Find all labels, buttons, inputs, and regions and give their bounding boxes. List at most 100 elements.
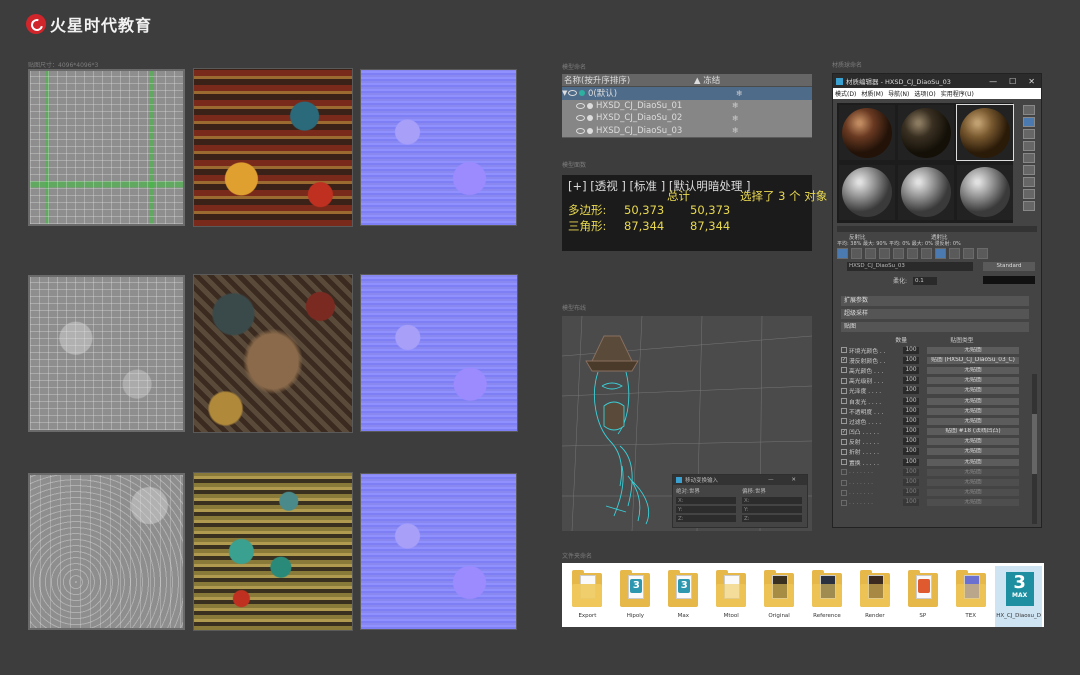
freeze-icon[interactable]: ❄ (732, 101, 739, 110)
map-amount-field[interactable]: 100 (903, 407, 919, 415)
minimize-button[interactable]: — (989, 77, 997, 86)
object-row[interactable]: HXSD_CJ_DiaoSu_01 ❄ (562, 99, 812, 112)
map-slot-button[interactable]: 贴图 #18 (法线凹凸) (927, 428, 1019, 436)
folder-export[interactable]: Export (564, 566, 611, 627)
absolute-x-field[interactable]: X: (676, 497, 736, 504)
object-row[interactable]: HXSD_CJ_DiaoSu_03 ❄ (562, 124, 812, 137)
freeze-icon[interactable]: ❄ (736, 89, 743, 98)
folder-hipoly[interactable]: 3 Hipoly (612, 566, 659, 627)
map-amount-field[interactable]: 100 (903, 366, 919, 374)
map-enable-checkbox[interactable] (841, 347, 847, 354)
map-slot-button[interactable]: 无贴图 (927, 417, 1019, 425)
rollout-extended-params[interactable]: 扩展参数 (841, 296, 1029, 306)
offset-y-field[interactable]: Y: (742, 506, 802, 513)
go-to-parent-icon[interactable] (963, 248, 974, 259)
window-buttons[interactable]: — ✕ (768, 477, 807, 483)
dialog-titlebar[interactable]: 移动变换输入 — ✕ (673, 475, 807, 485)
menu-navigation[interactable]: 导航(N) (888, 89, 909, 98)
slot-scrollbar[interactable] (837, 226, 1037, 232)
menu-material[interactable]: 材质(M) (861, 89, 883, 98)
map-slot-button[interactable]: 无贴图 (927, 366, 1019, 374)
map-row[interactable]: 置换 . . . . . 100 无贴图 (841, 457, 1029, 467)
map-slot-button[interactable]: 无贴图 (927, 489, 1019, 497)
map-amount-field[interactable]: 100 (903, 438, 919, 446)
map-enable-checkbox[interactable] (841, 408, 847, 415)
reset-map-icon[interactable] (879, 248, 890, 259)
layer-row-default[interactable]: ▼ 0(默认) ❄ (562, 87, 812, 100)
eye-icon[interactable] (576, 102, 585, 109)
map-enable-checkbox[interactable] (841, 479, 847, 486)
map-row[interactable]: 折射 . . . . . 100 无贴图 (841, 447, 1029, 457)
absolute-z-field[interactable]: Z: (676, 515, 736, 522)
freeze-icon[interactable]: ❄ (732, 126, 739, 135)
map-row[interactable]: 环境光颜色 . . 100 无贴图 (841, 345, 1029, 355)
close-button[interactable]: ✕ (1028, 77, 1035, 86)
sample-slot[interactable] (898, 105, 954, 160)
menu-options[interactable]: 选项(O) (914, 89, 935, 98)
map-amount-field[interactable]: 100 (903, 468, 919, 476)
eye-icon[interactable] (576, 127, 585, 134)
absolute-y-field[interactable]: Y: (676, 506, 736, 513)
map-slot-button[interactable]: 无贴图 (927, 397, 1019, 405)
map-row[interactable]: 光泽度 . . . . 100 无贴图 (841, 386, 1029, 396)
show-end-result-icon[interactable] (949, 248, 960, 259)
map-amount-field[interactable]: 100 (903, 499, 919, 507)
map-slot-button[interactable]: 无贴图 (927, 377, 1019, 385)
make-preview-icon[interactable] (1023, 165, 1035, 175)
map-row[interactable]: . . . . . . . 100 无贴图 (841, 467, 1029, 477)
map-amount-field[interactable]: 100 (903, 448, 919, 456)
folder-max[interactable]: 3 Max (660, 566, 707, 627)
material-id-icon[interactable] (921, 248, 932, 259)
put-to-library-icon[interactable] (907, 248, 918, 259)
map-slot-button[interactable]: 无贴图 (927, 438, 1019, 446)
map-amount-field[interactable]: 100 (903, 387, 919, 395)
map-enable-checkbox[interactable] (841, 459, 847, 466)
put-to-scene-icon[interactable] (851, 248, 862, 259)
map-slot-button[interactable]: 无贴图 (927, 468, 1019, 476)
map-amount-field[interactable]: 100 (903, 417, 919, 425)
options-icon[interactable] (1023, 177, 1035, 187)
map-amount-field[interactable]: 100 (903, 377, 919, 385)
sample-slot[interactable] (957, 164, 1013, 220)
map-amount-field[interactable]: 100 (903, 356, 919, 364)
maximize-button[interactable]: ☐ (1009, 77, 1016, 86)
eye-icon[interactable] (568, 90, 577, 97)
show-in-viewport-icon[interactable] (935, 248, 946, 259)
background-icon[interactable] (1023, 129, 1035, 139)
folder-sp[interactable]: SP (899, 566, 946, 627)
backlight-icon[interactable] (1023, 117, 1035, 127)
freeze-icon[interactable]: ❄ (732, 114, 739, 123)
map-enable-checkbox[interactable] (841, 438, 847, 445)
map-row[interactable]: ✓ 凹凸 . . . . . 100 贴图 #18 (法线凹凸) (841, 427, 1029, 437)
map-enable-checkbox[interactable] (841, 489, 847, 496)
get-material-icon[interactable] (837, 248, 848, 259)
map-row[interactable]: . . . . . . . 100 无贴图 (841, 488, 1029, 498)
map-slot-button[interactable]: 贴图 (HXSD_CJ_DiaoSu_03_C) (927, 356, 1019, 364)
map-slot-button[interactable]: 无贴图 (927, 448, 1019, 456)
map-enable-checkbox[interactable] (841, 398, 847, 405)
map-row[interactable]: 不透明度 . . . 100 无贴图 (841, 406, 1029, 416)
map-slot-button[interactable]: 无贴图 (927, 499, 1019, 507)
map-row[interactable]: 过滤色 . . . . 100 无贴图 (841, 416, 1029, 426)
map-amount-field[interactable]: 100 (903, 489, 919, 497)
sample-slot[interactable] (839, 164, 895, 220)
map-enable-checkbox[interactable] (841, 469, 847, 476)
offset-z-field[interactable]: Z: (742, 515, 802, 522)
video-color-icon[interactable] (1023, 153, 1035, 163)
material-name-field[interactable]: HXSD_CJ_DiaoSu_03 (847, 262, 973, 271)
map-enable-checkbox[interactable] (841, 448, 847, 455)
folder-tex[interactable]: TEX (947, 566, 994, 627)
map-slot-button[interactable]: 无贴图 (927, 407, 1019, 415)
rollout-maps[interactable]: 贴图 (841, 322, 1029, 332)
offset-x-field[interactable]: X: (742, 497, 802, 504)
menu-utilities[interactable]: 实用程序(U) (941, 89, 974, 98)
rollout-supersampling[interactable]: 超级采样 (841, 309, 1029, 319)
map-enable-checkbox[interactable] (841, 387, 847, 394)
map-row[interactable]: 反射 . . . . . 100 无贴图 (841, 437, 1029, 447)
menu-mode[interactable]: 模式(D) (835, 89, 856, 98)
map-amount-field[interactable]: 100 (903, 346, 919, 354)
scroll-thumb[interactable] (1032, 414, 1037, 474)
object-row[interactable]: HXSD_CJ_DiaoSu_02 ❄ (562, 112, 812, 125)
folder-original[interactable]: Original (756, 566, 803, 627)
file-max-scene[interactable]: 3 MAX HX_CJ_Diaosu_D (995, 566, 1043, 627)
